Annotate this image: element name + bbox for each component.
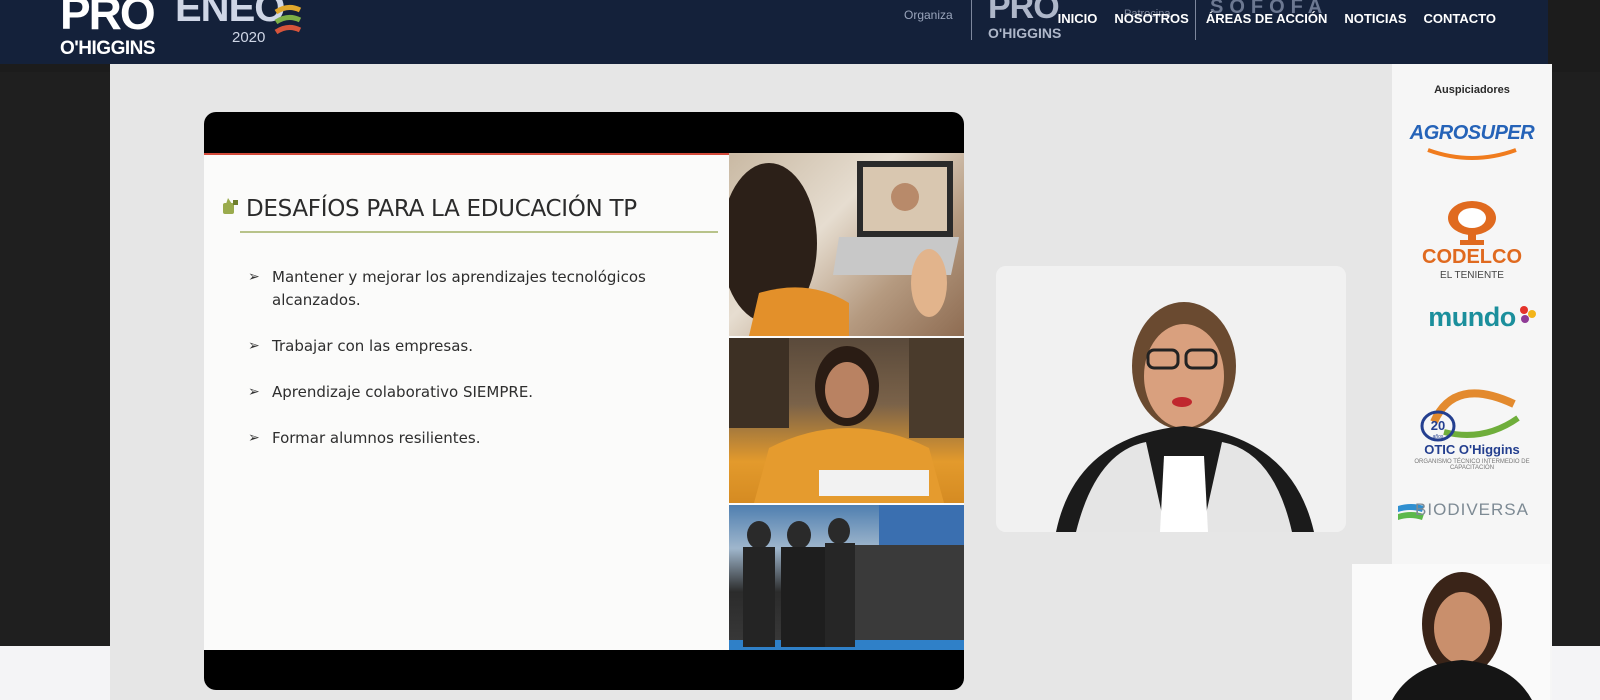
organizer-logo-pro: PRO	[988, 0, 1060, 26]
shared-screen-tile[interactable]: DESAFÍOS PARA LA EDUCACIÓN TP ➢ Mantener …	[204, 112, 964, 690]
arrow-bullet-icon: ➢	[248, 384, 260, 400]
mundo-dots-icon	[1520, 306, 1536, 323]
sponsor-otic-subtitle: ORGANISMO TÉCNICO INTERMEDIO DE CAPACITA…	[1414, 459, 1530, 471]
site-header: PRO O'HIGGINS ENEO 2020 Organiza PRO O'H…	[0, 0, 1548, 64]
nav-nosotros[interactable]: NOSOTROS	[1114, 11, 1188, 26]
slide-photo-student	[729, 338, 964, 503]
organiza-label: Organiza	[904, 8, 953, 22]
arrow-bullet-icon: ➢	[248, 430, 260, 446]
nav-areas-de-accion[interactable]: ÁREAS DE ACCIÓN	[1206, 11, 1328, 26]
list-item: ➢ Formar alumnos resilientes.	[248, 427, 668, 450]
nav-contacto[interactable]: CONTACTO	[1424, 11, 1496, 26]
logo-eneo-text: ENEO	[175, 0, 285, 30]
logo-ohiggins-text: O'HIGGINS	[60, 38, 156, 59]
list-item: ➢ Trabajar con las empresas.	[248, 335, 668, 358]
sign-language-interpreter-tile[interactable]	[1352, 564, 1550, 700]
arrow-bullet-icon: ➢	[248, 269, 260, 285]
otic-years: 20	[1431, 418, 1445, 433]
agrosuper-swoosh-icon	[1427, 148, 1517, 160]
list-item: ➢ Mantener y mejorar los aprendizajes tec…	[248, 268, 646, 309]
slide-photo-group	[729, 505, 964, 650]
sponsor-biodiversa[interactable]: BIODIVERSA	[1392, 500, 1552, 520]
sponsor-agrosuper[interactable]: AGROSUPER	[1392, 122, 1552, 145]
otic-mark-icon: 20 años	[1420, 389, 1520, 442]
sponsor-codelco[interactable]: CODELCO	[1392, 246, 1552, 269]
speaker-video-tile[interactable]	[996, 266, 1346, 532]
header-divider	[971, 0, 972, 40]
slide-bullet-list: ➢ Mantener y mejorar los aprendizajes tec…	[248, 266, 668, 473]
logo-pro-text: PRO	[60, 0, 156, 39]
otic-years-label: años	[1433, 434, 1444, 440]
sponsor-otic[interactable]: OTIC O'Higgins	[1392, 442, 1552, 457]
slide-photo-video-call	[729, 153, 964, 336]
main-nav: INICIO NOSOTROS ÁREAS DE ACCIÓN NOTICIAS…	[1058, 11, 1496, 26]
logo-year: 2020	[232, 29, 266, 46]
list-item: ➢ Aprendizaje colaborativo SIEMPRE.	[248, 381, 668, 404]
slide-title: DESAFÍOS PARA LA EDUCACIÓN TP	[246, 196, 637, 222]
organizer-logo-ohiggins: O'HIGGINS	[988, 25, 1062, 41]
sponsor-codelco-subtitle: EL TENIENTE	[1440, 270, 1504, 281]
presentation-slide: DESAFÍOS PARA LA EDUCACIÓN TP ➢ Mantener …	[204, 153, 964, 650]
logo-swoosh-icon	[274, 4, 302, 35]
nav-inicio[interactable]: INICIO	[1058, 11, 1098, 26]
slide-bullet-mark-icon	[223, 198, 238, 214]
arrow-bullet-icon: ➢	[248, 338, 260, 354]
video-stage: DESAFÍOS PARA LA EDUCACIÓN TP ➢ Mantener …	[110, 64, 1552, 700]
nav-noticias[interactable]: NOTICIAS	[1344, 11, 1406, 26]
sponsors-title: Auspiciadores	[1434, 84, 1510, 96]
codelco-mark-icon	[1448, 201, 1496, 245]
slide-title-underline	[240, 231, 718, 233]
